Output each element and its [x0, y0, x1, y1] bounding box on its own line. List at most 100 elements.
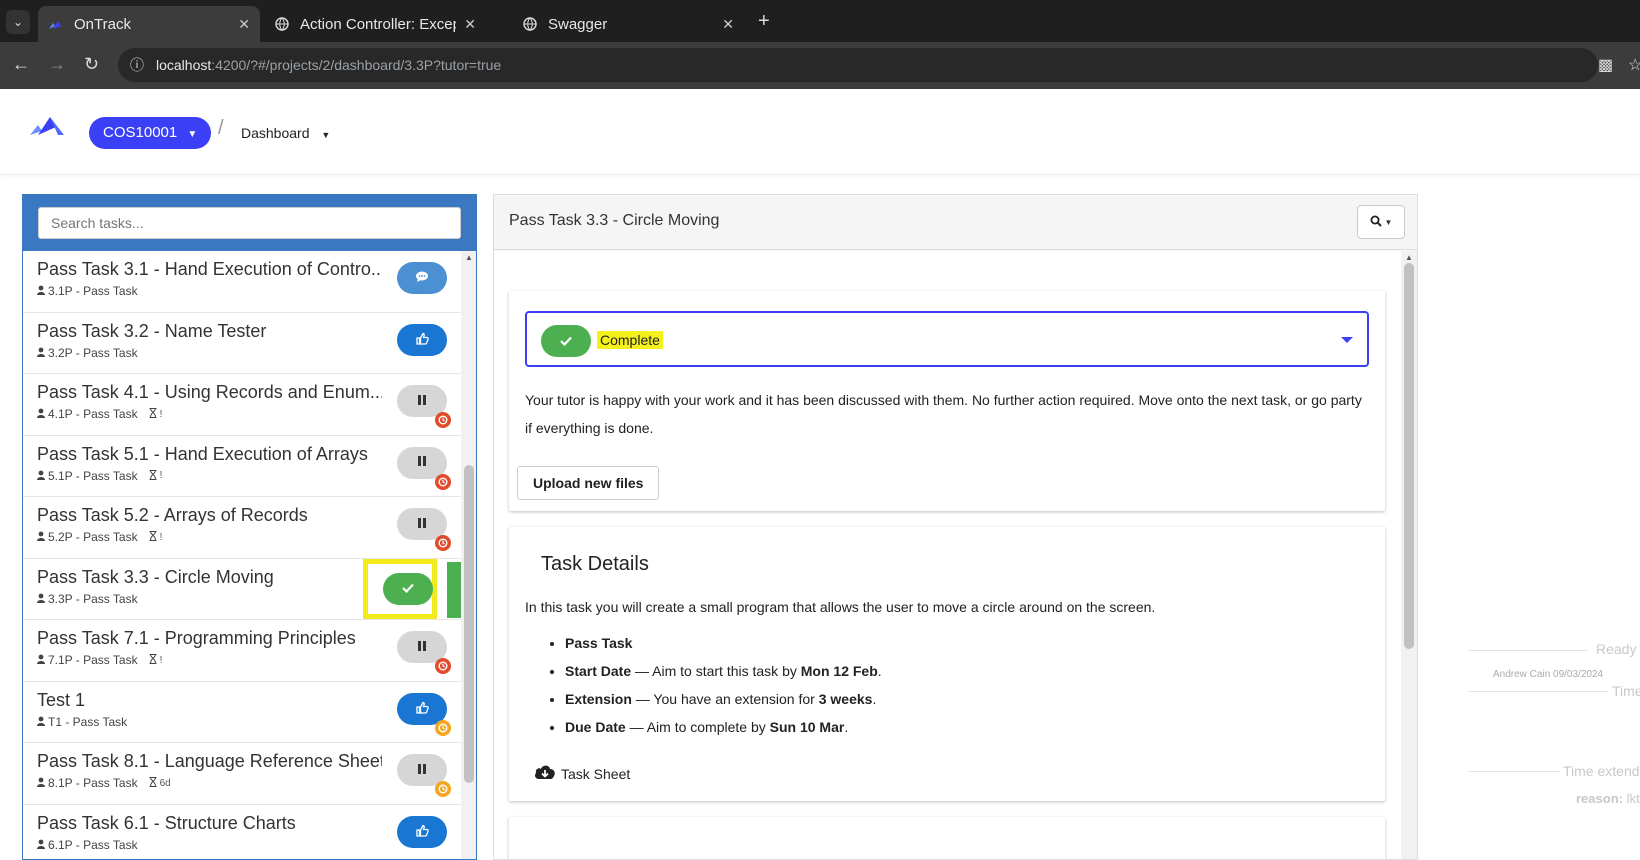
forward-arrow-icon[interactable]: →	[48, 54, 66, 75]
due-soon-clock-icon	[435, 719, 451, 736]
start-date-value: Mon 12 Feb	[800, 663, 878, 679]
due-soon-clock-icon	[435, 781, 451, 797]
site-info-icon[interactable]: ⓘ	[130, 48, 144, 82]
close-tab-icon[interactable]: ✕	[722, 16, 734, 33]
timeline-time-extend: Time extend	[1563, 763, 1640, 779]
hourglass-icon	[149, 776, 157, 790]
check-icon	[402, 581, 414, 596]
extension-label: Extension	[565, 691, 632, 707]
task-list-item[interactable]: Pass Task 5.2 - Arrays of Records 5.2P - …	[23, 497, 461, 559]
task-type-item: Pass Task	[565, 629, 882, 657]
task-name: Pass Task 8.1 - Language Reference Sheet	[37, 751, 382, 771]
close-tab-icon[interactable]: ✕	[464, 16, 476, 33]
task-list-item[interactable]: Pass Task 6.1 - Structure Charts 6.1P - P…	[23, 805, 461, 860]
user-icon	[37, 838, 45, 852]
hourglass-icon	[149, 469, 157, 483]
task-list-item[interactable]: Pass Task 5.1 - Hand Execution of Arrays…	[23, 436, 461, 497]
task-list-item[interactable]: Test 1 T1 - Pass Task	[23, 682, 461, 743]
inspect-dropdown-button[interactable]: ▼	[1357, 205, 1405, 239]
scrollbar-thumb[interactable]	[1404, 263, 1414, 649]
caret-down-icon: ▼	[1384, 217, 1393, 227]
user-icon	[37, 653, 45, 667]
task-status-button[interactable]	[397, 815, 447, 848]
task-list-item[interactable]: Pass Task 3.3 - Circle Moving 3.3P - Pass…	[23, 558, 461, 620]
user-icon	[37, 592, 45, 606]
bookmark-star-icon[interactable]: ☆	[1628, 55, 1640, 75]
scroll-up-arrow-icon[interactable]: ▲	[465, 253, 473, 262]
ontrack-favicon-icon	[48, 16, 64, 32]
browser-tab-action-controller[interactable]: Action Controller: Except ✕	[264, 6, 486, 42]
tab-search-button[interactable]: ⌄	[6, 10, 30, 34]
pause-icon	[417, 455, 427, 470]
browser-tab-bar: ⌄ OnTrack ✕ Action Controller: Except ✕ …	[0, 0, 1640, 42]
task-list-item[interactable]: Pass Task 7.1 - Programming Principles 7.…	[23, 620, 461, 682]
app-header: COS10001 ▼ / Dashboard ▼	[0, 89, 1640, 175]
task-status-button[interactable]	[397, 262, 447, 294]
detail-scrollbar[interactable]: ▲	[1401, 251, 1417, 859]
task-status-button[interactable]	[397, 323, 447, 356]
hourglass-icon	[149, 530, 157, 544]
task-code: 3.1P - Pass Task	[48, 284, 138, 298]
upload-new-files-button[interactable]: Upload new files	[517, 466, 660, 500]
new-tab-button[interactable]: +	[758, 10, 770, 33]
task-details-heading: Task Details	[541, 553, 649, 575]
task-status-select[interactable]: Complete	[525, 311, 1369, 367]
tab-title: OnTrack	[74, 15, 131, 33]
close-tab-icon[interactable]: ✕	[238, 16, 250, 33]
task-subtitle: 5.1P - Pass Task!	[37, 469, 447, 483]
task-details-card: Task Details In this task you will creat…	[509, 527, 1385, 801]
task-sheet-link[interactable]: Task Sheet	[533, 763, 630, 784]
thumbs-up-icon	[415, 701, 429, 717]
task-subtitle: 8.1P - Pass Task 6d	[37, 776, 447, 790]
task-subtitle: 6.1P - Pass Task	[37, 838, 447, 852]
overdue-clock-icon	[435, 535, 451, 551]
user-icon	[37, 407, 45, 421]
unit-selector-button[interactable]: COS10001 ▼	[89, 117, 212, 149]
breadcrumb-separator: /	[218, 117, 224, 139]
globe-icon	[274, 16, 290, 32]
task-list-scrollbar[interactable]: ▲	[461, 251, 476, 859]
start-date-item: Start Date — Aim to start this task by M…	[565, 657, 882, 685]
browser-address-bar: ← → ↻ ⓘ localhost:4200/?#/projects/2/das…	[0, 42, 1640, 89]
task-list-item[interactable]: Pass Task 3.2 - Name Tester 3.2P - Pass T…	[23, 313, 461, 374]
unit-code: COS10001	[103, 124, 178, 141]
task-code: 8.1P - Pass Task	[48, 776, 138, 790]
extension-indicator: !	[159, 654, 163, 666]
pause-icon	[417, 517, 427, 532]
task-list-item[interactable]: Pass Task 4.1 - Using Records and Enum..…	[23, 374, 461, 436]
dashboard-label: Dashboard	[241, 125, 310, 141]
url-input[interactable]: ⓘ localhost:4200/?#/projects/2/dashboard…	[118, 48, 1598, 82]
task-search-input[interactable]	[38, 207, 461, 239]
browser-tab-ontrack[interactable]: OnTrack ✕	[38, 6, 260, 42]
back-arrow-icon[interactable]: ←	[12, 54, 30, 75]
dashboard-dropdown[interactable]: Dashboard ▼	[241, 125, 330, 141]
task-subtitle: 3.2P - Pass Task	[37, 346, 447, 360]
task-code: 5.2P - Pass Task	[48, 530, 138, 544]
task-list-item[interactable]: Pass Task 8.1 - Language Reference Sheet…	[23, 743, 461, 805]
browser-tab-swagger[interactable]: Swagger ✕	[512, 6, 744, 42]
task-code: T1 - Pass Task	[48, 714, 128, 729]
due-date-text: — Aim to complete by	[625, 719, 770, 735]
task-name: Pass Task 3.2 - Name Tester	[37, 320, 267, 341]
extension-indicator: !	[159, 408, 163, 420]
scrollbar-thumb[interactable]	[464, 465, 474, 783]
task-name: Pass Task 5.1 - Hand Execution of Arrays	[37, 443, 368, 464]
extension-indicator: 6d	[159, 777, 171, 789]
chevron-down-icon: ▼	[187, 129, 198, 140]
scroll-up-arrow-icon[interactable]: ▲	[1405, 253, 1413, 262]
timeline-line	[1468, 771, 1560, 772]
extension-text: — You have an extension for	[631, 691, 819, 707]
timeline-line	[1468, 691, 1608, 692]
cloud-download-icon	[533, 763, 557, 784]
task-code: 4.1P - Pass Task	[48, 407, 138, 421]
reload-icon[interactable]: ↻	[84, 54, 99, 75]
install-app-icon[interactable]: ▩	[1598, 55, 1613, 75]
ontrack-logo-icon[interactable]	[28, 115, 66, 142]
task-list-item[interactable]: Pass Task 3.1 - Hand Execution of Contro…	[23, 251, 461, 313]
due-date-value: Sun 10 Mar	[769, 719, 845, 735]
task-status-button[interactable]	[383, 572, 433, 605]
user-icon	[37, 715, 45, 729]
timeline-line	[1468, 650, 1588, 651]
task-name: Pass Task 5.2 - Arrays of Records	[37, 505, 308, 525]
task-subtitle: 7.1P - Pass Task!	[37, 653, 447, 667]
